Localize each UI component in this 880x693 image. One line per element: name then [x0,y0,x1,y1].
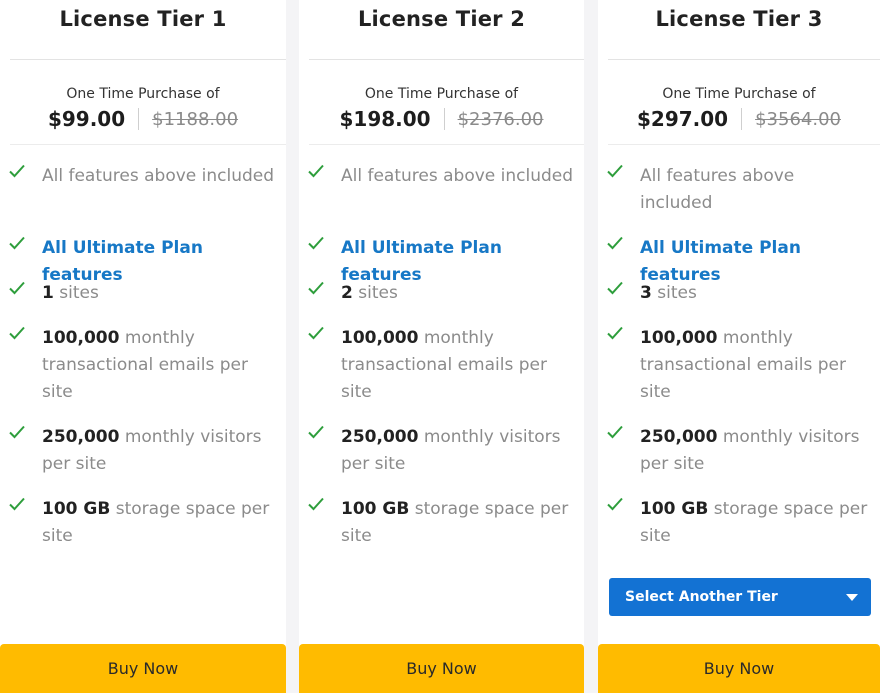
feature-storage: 100 GB storage space per site [598,496,874,550]
feature-all-features: All features above included [299,163,578,190]
original-price: $2376.00 [457,108,544,130]
feature-sites: 1 sites [0,280,280,307]
check-icon [308,425,324,439]
feature-all-features: All features above included [598,163,874,217]
select-another-tier-dropdown[interactable]: Select Another Tier [609,578,871,616]
check-icon [308,326,324,340]
price-divider [443,108,445,130]
check-icon [308,281,324,295]
feature-visitors: 250,000 monthly visitors per site [299,424,578,478]
check-icon [308,236,324,250]
check-icon [607,164,623,178]
price-row: $198.00 $2376.00 [299,107,584,131]
tier-title: License Tier 3 [655,7,823,31]
check-icon [9,497,25,511]
feature-sites: 3 sites [598,280,874,307]
check-icon [9,164,25,178]
feature-all-features: All features above included [0,163,280,190]
buy-now-button[interactable]: Buy Now [299,644,584,693]
check-icon [607,425,623,439]
divider [10,59,286,60]
purchase-label: One Time Purchase of [662,86,816,102]
price-row: $99.00 $1188.00 [0,107,286,131]
price: $198.00 [339,107,431,131]
feature-emails: 100,000 monthly transactional emails per… [598,325,874,406]
feature-storage: 100 GB storage space per site [0,496,280,550]
pricing-card-tier-3: License Tier 3 One Time Purchase of $297… [598,0,880,693]
buy-now-button[interactable]: Buy Now [0,644,286,693]
chevron-down-icon [846,594,858,601]
check-icon [607,497,623,511]
purchase-label: One Time Purchase of [364,86,519,102]
feature-emails: 100,000 monthly transactional emails per… [0,325,280,406]
feature-storage: 100 GB storage space per site [299,496,578,550]
price: $297.00 [637,107,729,131]
divider [10,144,286,145]
check-icon [9,326,25,340]
price-divider [741,108,743,130]
check-icon [607,326,623,340]
feature-emails: 100,000 monthly transactional emails per… [299,325,578,406]
check-icon [607,236,623,250]
divider [309,144,584,145]
buy-now-button[interactable]: Buy Now [598,644,880,693]
divider [608,144,880,145]
feature-sites: 2 sites [299,280,578,307]
check-icon [9,281,25,295]
pricing-card-tier-1: License Tier 1 One Time Purchase of $99.… [0,0,286,693]
purchase-label: One Time Purchase of [66,86,220,102]
price-divider [138,108,140,130]
check-icon [9,236,25,250]
check-icon [9,425,25,439]
feature-visitors: 250,000 monthly visitors per site [0,424,280,478]
check-icon [308,497,324,511]
price: $99.00 [47,107,126,131]
tier-title: License Tier 2 [357,7,526,31]
price-row: $297.00 $3564.00 [598,107,880,131]
pricing-card-tier-2: License Tier 2 One Time Purchase of $198… [299,0,584,693]
feature-visitors: 250,000 monthly visitors per site [598,424,874,478]
divider [309,59,584,60]
check-icon [607,281,623,295]
original-price: $3564.00 [755,108,841,130]
check-icon [308,164,324,178]
tier-title: License Tier 1 [59,7,227,31]
divider [608,59,880,60]
original-price: $1188.00 [152,108,239,130]
select-tier-label: Select Another Tier [625,589,778,605]
